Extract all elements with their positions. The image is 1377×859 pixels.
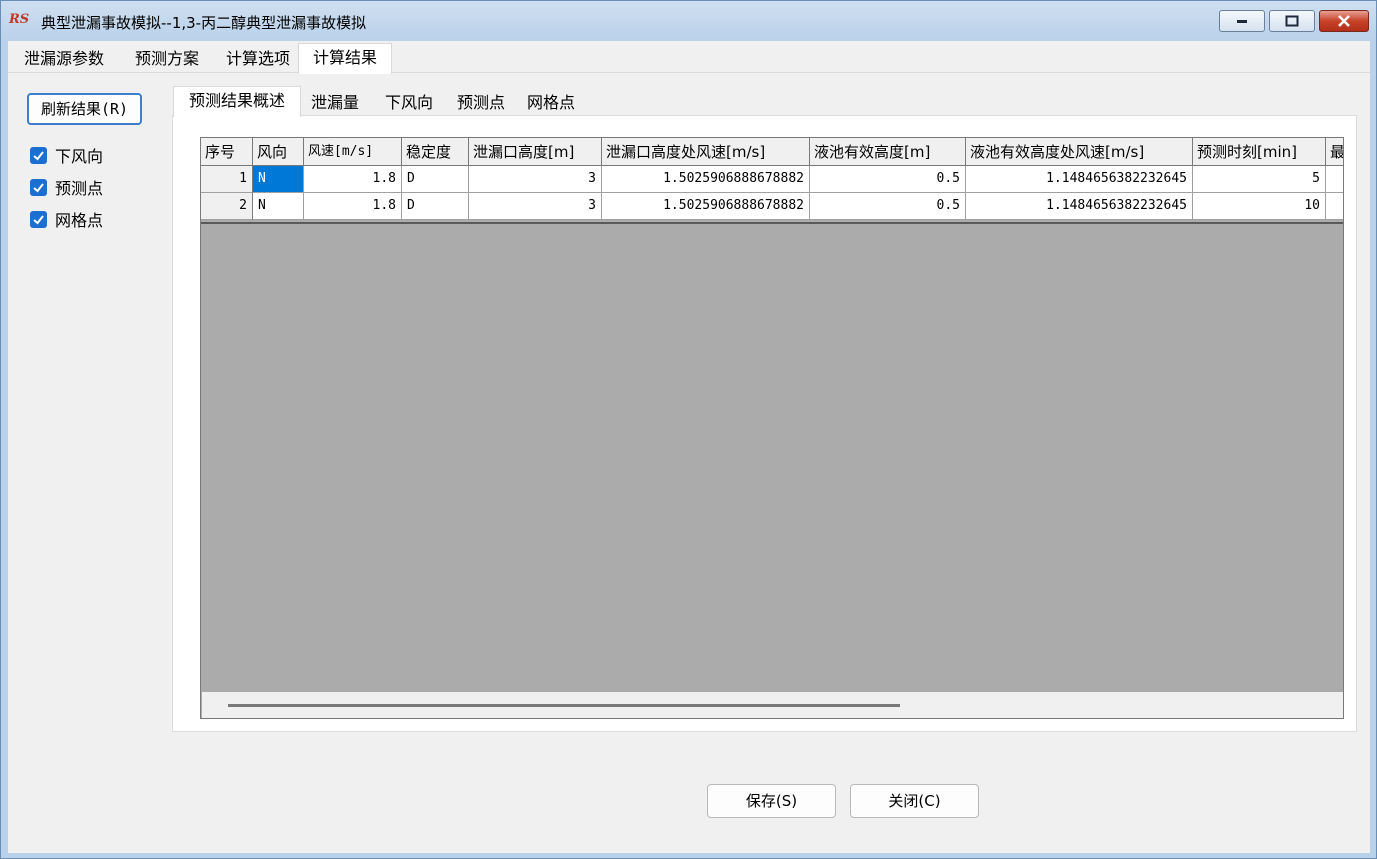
checkbox-label: 下风向 bbox=[55, 147, 104, 166]
tab-calc-results[interactable]: 计算结果 bbox=[298, 43, 392, 74]
column-header[interactable]: 泄漏口高度处风速[m/s] bbox=[602, 138, 810, 166]
row-number[interactable]: 2 bbox=[201, 193, 253, 220]
cell-wind-speed[interactable]: 1.8 bbox=[304, 166, 402, 193]
column-header[interactable]: 风速[m/s] bbox=[304, 138, 402, 166]
column-header[interactable]: 预测时刻[min] bbox=[1193, 138, 1326, 166]
downwind-checkbox[interactable]: 下风向 bbox=[30, 144, 103, 166]
column-header[interactable]: 稳定度 bbox=[402, 138, 469, 166]
cell-pool-height[interactable]: 0.5 bbox=[810, 193, 966, 220]
minimize-button[interactable] bbox=[1219, 10, 1265, 32]
column-header[interactable]: 风向 bbox=[253, 138, 304, 166]
window-title: 典型泄漏事故模拟--1,3-丙二醇典型泄漏事故模拟 bbox=[41, 14, 367, 32]
cell-pool-height-wind-speed[interactable]: 1.1484656382232645 bbox=[966, 166, 1193, 193]
maximize-button[interactable] bbox=[1269, 10, 1315, 32]
cell-leak-height[interactable]: 3 bbox=[469, 193, 602, 220]
tab-calc-options[interactable]: 计算选项 bbox=[214, 45, 302, 73]
grid-point-checkbox[interactable]: 网格点 bbox=[30, 208, 103, 230]
close-window-button[interactable] bbox=[1319, 10, 1369, 32]
cell-stability[interactable]: D bbox=[402, 166, 469, 193]
maximize-icon bbox=[1285, 15, 1299, 27]
prediction-point-checkbox[interactable]: 预测点 bbox=[30, 176, 103, 198]
column-header[interactable]: 液池有效高度[m] bbox=[810, 138, 966, 166]
save-button[interactable]: 保存(S) bbox=[707, 784, 836, 818]
close-icon bbox=[1338, 15, 1350, 27]
cell-prediction-time[interactable]: 5 bbox=[1193, 166, 1326, 193]
tab-prediction-plan[interactable]: 预测方案 bbox=[122, 45, 212, 73]
tab-result-summary[interactable]: 预测结果概述 bbox=[173, 86, 301, 117]
cell-wind-direction[interactable]: N bbox=[253, 193, 304, 220]
cell-leak-height-wind-speed[interactable]: 1.5025906888678882 bbox=[602, 193, 810, 220]
cell-wind-direction[interactable]: N bbox=[253, 166, 304, 193]
rows-end-divider bbox=[201, 222, 1343, 224]
cell-pool-height-wind-speed[interactable]: 1.1484656382232645 bbox=[966, 193, 1193, 220]
cell-prediction-time[interactable]: 10 bbox=[1193, 193, 1326, 220]
app-logo-icon: RS bbox=[9, 12, 30, 27]
checkbox-checked-icon bbox=[30, 146, 47, 164]
row-number[interactable]: 1 bbox=[201, 166, 253, 193]
cell-truncated[interactable] bbox=[1326, 166, 1343, 193]
refresh-results-button[interactable]: 刷新结果(R) bbox=[27, 93, 142, 125]
horizontal-scrollbar[interactable] bbox=[202, 692, 1343, 718]
minimize-icon bbox=[1237, 20, 1247, 23]
cell-truncated[interactable] bbox=[1326, 193, 1343, 220]
checkbox-label: 预测点 bbox=[55, 179, 104, 198]
column-header[interactable]: 泄漏口高度[m] bbox=[469, 138, 602, 166]
tab-downwind[interactable]: 下风向 bbox=[373, 90, 445, 116]
tab-prediction-points[interactable]: 预测点 bbox=[447, 90, 515, 116]
title-bar[interactable]: RS 典型泄漏事故模拟--1,3-丙二醇典型泄漏事故模拟 bbox=[1, 1, 1376, 41]
tab-leak-source-params[interactable]: 泄漏源参数 bbox=[10, 45, 118, 73]
cell-leak-height[interactable]: 3 bbox=[469, 166, 602, 193]
column-header[interactable]: 液池有效高度处风速[m/s] bbox=[966, 138, 1193, 166]
tab-grid-points[interactable]: 网格点 bbox=[517, 90, 585, 116]
cell-leak-height-wind-speed[interactable]: 1.5025906888678882 bbox=[602, 166, 810, 193]
cell-wind-speed[interactable]: 1.8 bbox=[304, 193, 402, 220]
column-header[interactable]: 序号 bbox=[201, 138, 253, 166]
checkbox-label: 网格点 bbox=[55, 211, 104, 230]
checkbox-checked-icon bbox=[30, 178, 47, 196]
column-header[interactable]: 最 bbox=[1326, 138, 1343, 166]
cell-stability[interactable]: D bbox=[402, 193, 469, 220]
close-button[interactable]: 关闭(C) bbox=[850, 784, 979, 818]
cell-pool-height[interactable]: 0.5 bbox=[810, 166, 966, 193]
tab-leak-amount[interactable]: 泄漏量 bbox=[301, 90, 369, 116]
results-grid[interactable]: 序号 风向 风速[m/s] 稳定度 泄漏口高度[m] 泄漏口高度处风速[m/s]… bbox=[200, 137, 1344, 719]
checkbox-checked-icon bbox=[30, 210, 47, 228]
scrollbar-thumb[interactable] bbox=[228, 704, 900, 707]
